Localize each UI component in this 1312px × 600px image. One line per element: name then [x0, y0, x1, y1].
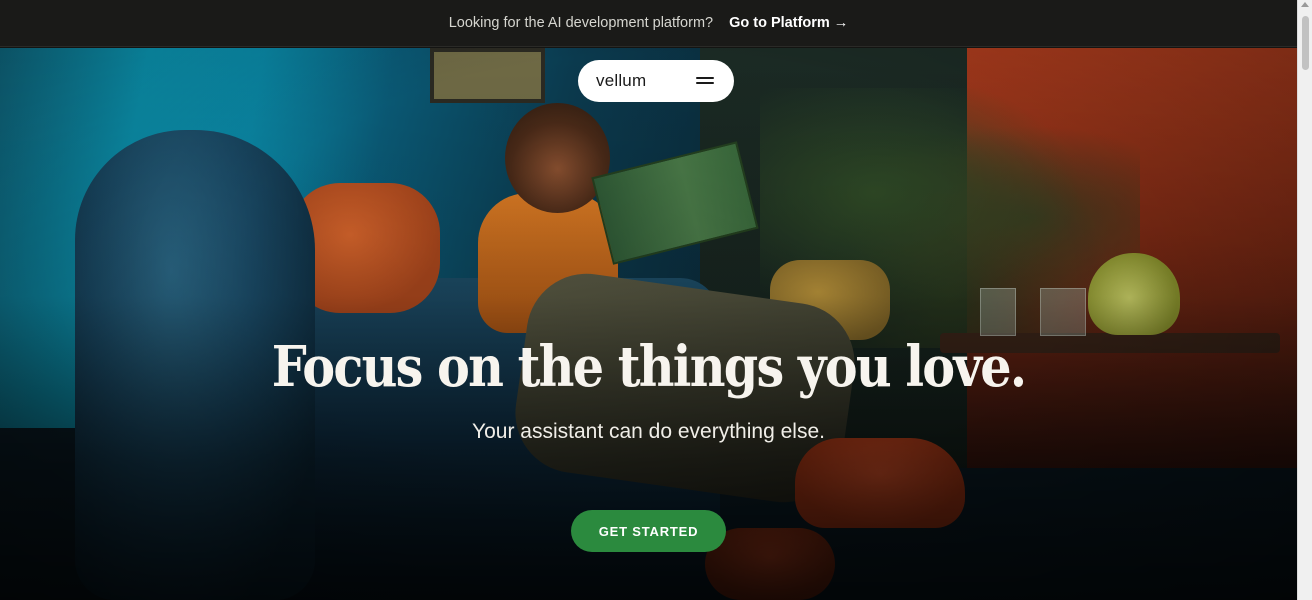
hero-headline: Focus on the things you love. [271, 334, 1027, 400]
nav-pill: vellum [578, 60, 734, 102]
go-to-platform-link[interactable]: Go to Platform → [729, 15, 848, 31]
vertical-scrollbar[interactable] [1297, 0, 1312, 600]
scroll-up-arrow-icon[interactable] [1301, 2, 1309, 7]
scrollbar-thumb[interactable] [1302, 16, 1309, 70]
arrow-right-icon: → [833, 15, 849, 31]
announcement-text: Looking for the AI development platform? [448, 15, 714, 31]
hero-subheadline: Your assistant can do everything else. [472, 420, 825, 443]
vellum-logo[interactable]: vellum [596, 71, 646, 91]
go-to-platform-label: Go to Platform [729, 15, 830, 31]
get-started-button[interactable]: GET STARTED [571, 510, 726, 552]
hero-section: vellum Focus on the things you love. You… [0, 48, 1297, 600]
hamburger-menu-icon[interactable] [696, 76, 714, 86]
announcement-bar: Looking for the AI development platform?… [0, 0, 1297, 47]
